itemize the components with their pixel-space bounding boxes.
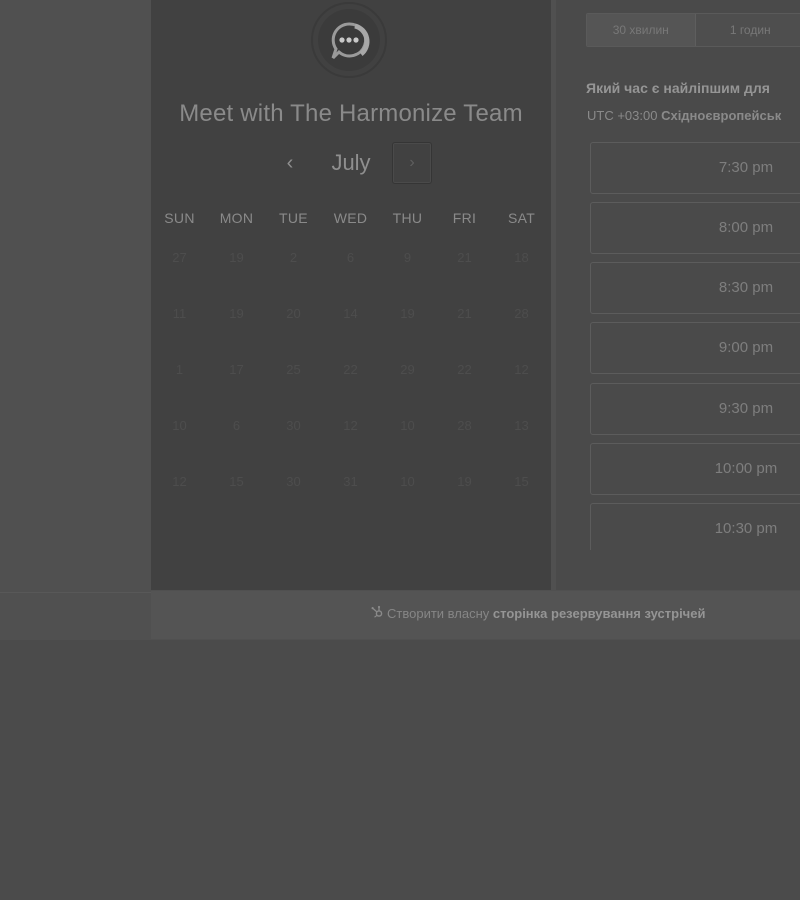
time-slot[interactable]: 10:30 pm (590, 503, 800, 550)
calendar-day: 10 (400, 474, 415, 489)
previous-month-button[interactable]: ‹ (279, 150, 301, 176)
time-slot-label: 8:30 pm (718, 279, 774, 296)
time-selection-panel: 30 хвилин 1 годин Який час є найліпшим д… (556, 0, 800, 590)
calendar-day: 28 (457, 418, 472, 433)
calendar-day: 11 (172, 306, 187, 321)
calendar-day: 14 (343, 306, 358, 321)
time-slot[interactable]: 10:00 pm (590, 443, 800, 495)
calendar-day: 15 (514, 474, 529, 489)
calendar-day: 22 (343, 362, 358, 377)
calendar-day: 25 (286, 362, 301, 377)
footer-bar: Створити власну сторінка резервування зу… (151, 591, 800, 639)
calendar-day: 1 (175, 362, 184, 377)
calendar-day: 30 (286, 474, 301, 489)
time-slot[interactable]: 8:00 pm (590, 202, 800, 254)
calendar-day: 13 (514, 418, 529, 433)
timezone-name: Східноєвропейськ (661, 108, 782, 123)
chat-bubble-icon (331, 22, 370, 60)
calendar-grid: 27 19 2 6 9 21 18 11 19 20 14 19 21 28 1… (151, 240, 551, 520)
weekday-label: SAT (507, 210, 536, 226)
time-slot[interactable]: 7:30 pm (590, 142, 800, 194)
calendar-day: 19 (457, 474, 472, 489)
calendar-day: 12 (172, 474, 187, 489)
month-label: July (331, 150, 371, 175)
calendar-day: 30 (286, 418, 301, 433)
calendar-day: 19 (229, 306, 244, 321)
footer-link[interactable]: Створити власну сторінка резервування зу… (371, 605, 705, 621)
calendar-day: 2 (289, 250, 298, 265)
calendar-day: 6 (346, 250, 355, 265)
calendar-day: 22 (457, 362, 472, 377)
calendar-day: 27 (172, 250, 187, 265)
calendar-day: 31 (343, 474, 358, 489)
calendar-day: 15 (229, 474, 244, 489)
time-slot-label: 8:00 pm (718, 219, 774, 236)
footer-prefix: Створити власну (387, 606, 490, 621)
hubspot-sprocket-icon (371, 605, 383, 621)
time-slot-list: 7:30 pm 8:00 pm 8:30 pm 9:00 pm 9:30 pm … (590, 142, 800, 550)
calendar-day: 9 (403, 250, 412, 265)
month-navigation: ‹ July › (151, 142, 551, 186)
duration-tabs: 30 хвилин 1 годин (586, 13, 800, 47)
weekday-label: THU (392, 210, 423, 226)
next-month-button[interactable]: › (392, 142, 432, 184)
time-slot[interactable]: 9:00 pm (590, 322, 800, 374)
calendar-day: 10 (400, 418, 415, 433)
weekday-header: SUN MON TUE WED THU FRI SAT (151, 210, 551, 230)
time-slot-label: 9:30 pm (718, 400, 774, 417)
calendar-day: 21 (457, 250, 472, 265)
calendar-day: 29 (400, 362, 415, 377)
time-question-heading: Який час є найліпшим для (586, 80, 770, 96)
calendar-panel: Meet with The Harmonize Team ‹ July › SU… (151, 0, 551, 590)
footer-link-text[interactable]: сторінка резервування зустрічей (493, 606, 706, 621)
time-slot-label: 9:00 pm (718, 339, 774, 356)
calendar-day: 18 (514, 250, 529, 265)
time-slot-label: 10:30 pm (714, 520, 778, 537)
tab-30-minutes[interactable]: 30 хвилин (587, 14, 696, 46)
page-title: Meet with The Harmonize Team (179, 100, 523, 127)
weekday-label: FRI (452, 210, 477, 226)
tab-1-hour[interactable]: 1 годин (695, 14, 800, 46)
calendar-day: 20 (286, 306, 301, 321)
timezone-selector[interactable]: UTC +03:00 Східноєвропейськ (587, 108, 781, 123)
weekday-label: WED (333, 210, 368, 226)
calendar-day: 10 (172, 418, 187, 433)
calendar-day: 17 (229, 362, 244, 377)
calendar-day: 6 (232, 418, 241, 433)
time-slot[interactable]: 9:30 pm (590, 383, 800, 435)
calendar-day: 19 (400, 306, 415, 321)
time-slot[interactable]: 8:30 pm (590, 262, 800, 314)
calendar-day: 12 (343, 418, 358, 433)
weekday-label: TUE (279, 210, 308, 226)
time-slot-label: 7:30 pm (718, 159, 774, 176)
weekday-label: MON (219, 210, 254, 226)
calendar-day: 19 (229, 250, 244, 265)
avatar (311, 2, 387, 78)
weekday-label: SUN (164, 210, 195, 226)
calendar-day: 28 (514, 306, 529, 321)
calendar-day: 21 (457, 306, 472, 321)
timezone-offset: UTC +03:00 (587, 108, 658, 123)
time-slot-label: 10:00 pm (714, 460, 778, 477)
calendar-day: 12 (514, 362, 529, 377)
